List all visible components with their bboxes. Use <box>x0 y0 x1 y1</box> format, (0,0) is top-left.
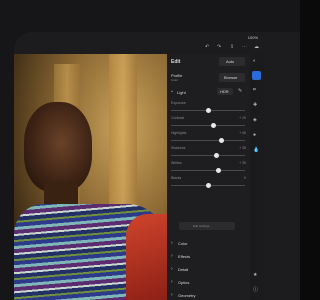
share-icon[interactable]: ⇪ <box>230 44 234 50</box>
slider-value: + 35 <box>239 146 246 150</box>
panel-title: Edit <box>171 59 181 65</box>
chevron-right-icon: › <box>171 266 173 272</box>
slider-blacks[interactable]: Blacks 0 <box>167 176 250 189</box>
drop-icon[interactable]: 💧 <box>253 147 259 153</box>
slider-track[interactable] <box>171 140 245 141</box>
slider-knob[interactable] <box>205 182 211 188</box>
slider-label: Contrast <box>171 116 185 120</box>
chevron-right-icon: › <box>171 279 173 285</box>
slider-shadows[interactable]: Shadows + 35 <box>167 146 250 159</box>
redo-icon[interactable]: ↷ <box>217 44 221 50</box>
section-color[interactable]: › Color <box>167 238 250 249</box>
crop-icon[interactable]: ⌗ <box>253 87 256 93</box>
screen: 100% ↶ ↷ ⇪ ⋯ ☁ Edit Auto Profile Color B… <box>14 32 300 300</box>
section-label: Detail <box>178 267 189 272</box>
hdr-button-label: HDR <box>220 89 229 94</box>
info-icon[interactable]: ⓘ <box>253 286 258 293</box>
slider-track[interactable] <box>171 155 245 156</box>
star-icon[interactable]: ★ <box>253 272 257 278</box>
slider-label: Shadows <box>171 146 186 150</box>
browse-button[interactable]: Browse <box>219 73 245 82</box>
hdr-button[interactable]: HDR <box>217 88 233 95</box>
ellipsis-icon[interactable]: ⋯ <box>242 44 247 50</box>
section-detail[interactable]: › Detail <box>167 264 250 275</box>
slider-label: Whites <box>171 161 182 165</box>
slider-label: Blacks <box>171 176 182 180</box>
battery-indicator: 100% <box>247 35 258 40</box>
browse-button-label: Browse <box>224 75 238 80</box>
slider-value: + 39 <box>239 161 246 165</box>
section-label: Color <box>178 241 188 246</box>
slider-highlights[interactable]: Highlights + 45 <box>167 131 250 144</box>
photo-canvas[interactable] <box>14 54 167 300</box>
slider-track[interactable] <box>171 125 245 126</box>
section-optics[interactable]: › Optics <box>167 277 250 288</box>
slider-contrast[interactable]: Contrast + 20 <box>167 116 250 129</box>
adjust-icon[interactable]: ◐ <box>253 58 256 64</box>
slider-knob[interactable] <box>205 107 211 113</box>
slider-label: Highlights <box>171 131 187 135</box>
heal-icon[interactable]: ✚ <box>253 102 257 108</box>
slider-knob[interactable] <box>211 122 217 128</box>
eraser-icon[interactable]: ◈ <box>253 117 257 123</box>
slider-whites[interactable]: Whites + 39 <box>167 161 250 174</box>
tool-rail: ◐ ⌗ ✚ ◈ ● 💧 ★ ⓘ <box>250 54 264 300</box>
slider-value: + 20 <box>239 116 246 120</box>
slider-exposure[interactable]: Exposure <box>167 101 250 114</box>
section-effects[interactable]: › Effects <box>167 251 250 262</box>
section-label: Geometry <box>178 293 196 298</box>
chevron-down-icon[interactable]: ⌄ <box>170 88 174 94</box>
slider-knob[interactable] <box>215 167 221 173</box>
slider-label: Exposure <box>171 101 186 105</box>
slider-knob[interactable] <box>214 152 220 158</box>
slider-track[interactable] <box>171 170 245 171</box>
chevron-right-icon: › <box>171 240 173 246</box>
section-geometry[interactable]: › Geometry <box>167 290 250 300</box>
slider-knob[interactable] <box>218 137 224 143</box>
section-label: Effects <box>178 254 191 259</box>
profile-value: Color <box>171 78 179 82</box>
mask-icon[interactable]: ● <box>253 132 256 138</box>
slider-value: 0 <box>244 176 246 180</box>
section-label: Optics <box>178 280 190 285</box>
auto-button[interactable]: Auto <box>219 57 245 66</box>
undo-icon[interactable]: ↶ <box>205 44 209 50</box>
slider-value: + 45 <box>239 131 246 135</box>
chevron-right-icon: › <box>171 253 173 259</box>
top-toolbar: 100% ↶ ↷ ⇪ ⋯ ☁ <box>167 32 300 54</box>
edit-settings-label: Edit settings <box>193 224 210 228</box>
pen-icon[interactable]: ✎ <box>238 88 242 94</box>
edit-settings-button[interactable]: Edit settings <box>179 222 235 230</box>
edit-panel: Edit Auto Profile Color Browse ⌄ Light H… <box>167 54 250 300</box>
light-section-label[interactable]: Light <box>177 90 186 95</box>
chevron-right-icon: › <box>171 292 173 298</box>
edit-tool-active[interactable] <box>252 71 261 80</box>
cloud-icon[interactable]: ☁ <box>254 44 259 50</box>
auto-button-label: Auto <box>226 59 235 64</box>
